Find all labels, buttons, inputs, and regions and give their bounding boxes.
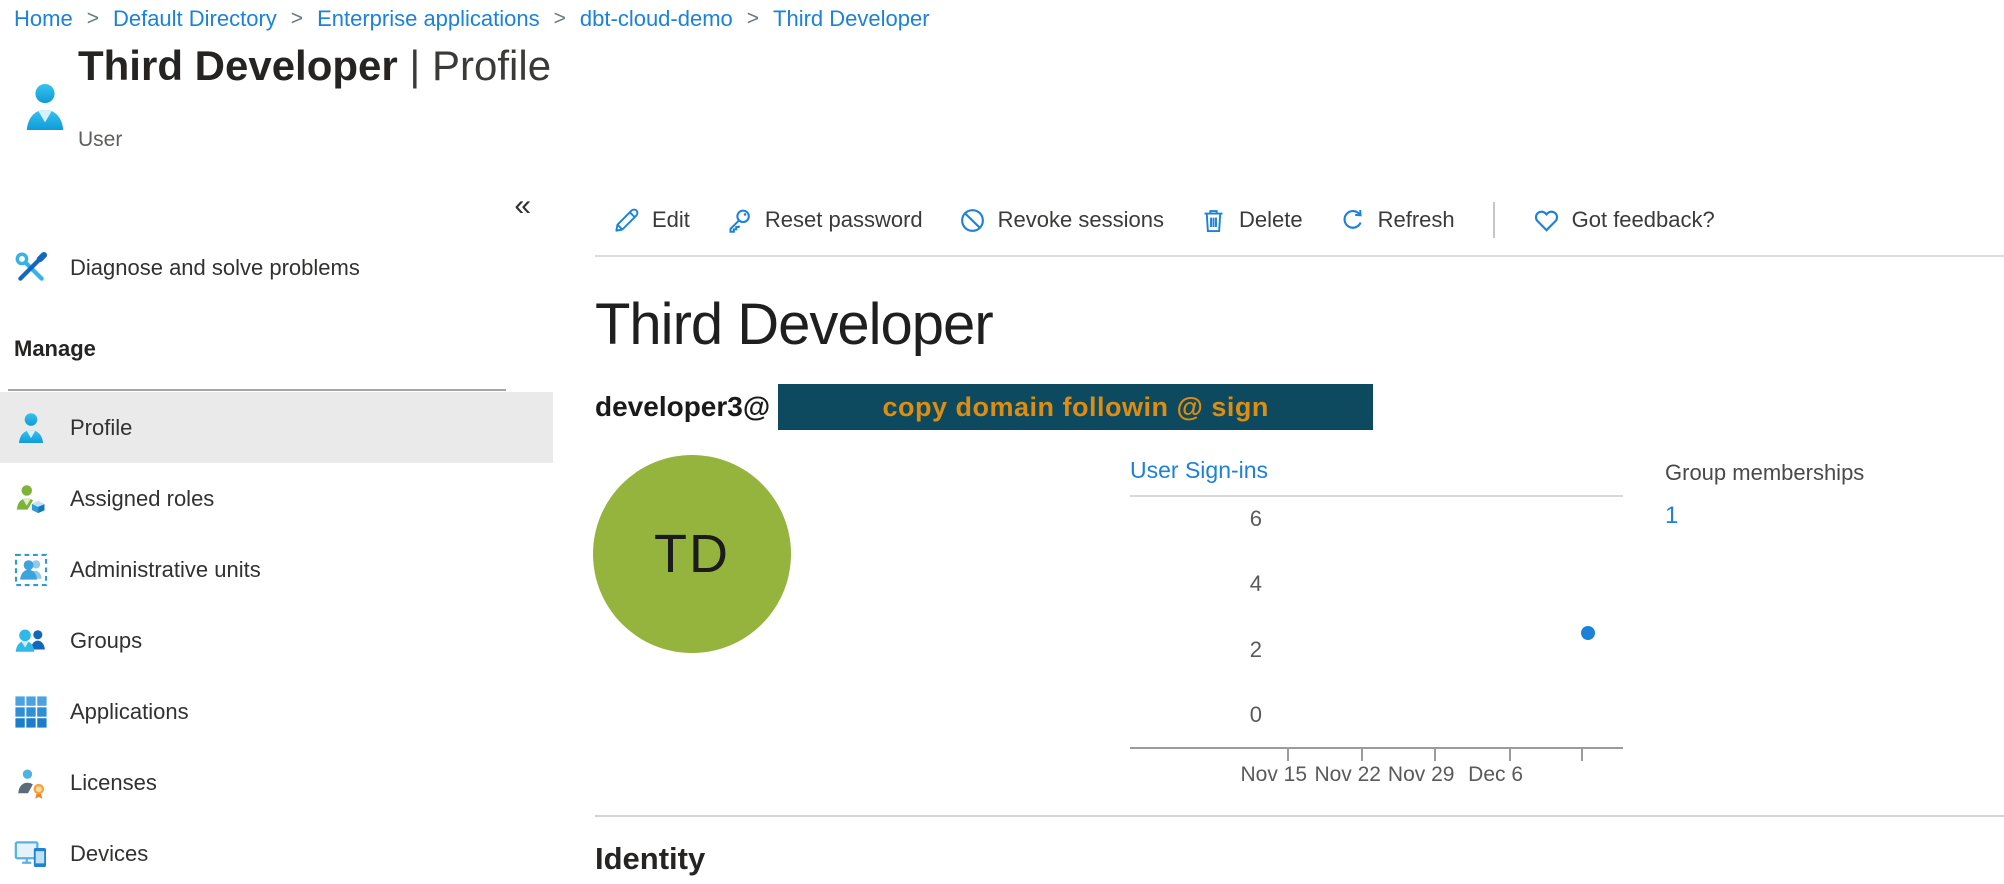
toolbar-button-label: Got feedback?: [1572, 207, 1715, 233]
sidebar-collapse-button[interactable]: «: [508, 190, 537, 222]
x-axis-tick: [1361, 749, 1363, 761]
x-axis-tick-label: Dec 6: [1468, 763, 1523, 787]
breadcrumb-link-third-developer[interactable]: Third Developer: [773, 6, 930, 32]
page-title-name: Third Developer: [78, 42, 398, 89]
y-axis-tick-label: 4: [1202, 571, 1262, 597]
x-axis-tick: [1509, 749, 1511, 761]
reset-password-button[interactable]: Reset password: [726, 207, 923, 234]
page-header: Third Developer | Profile User: [78, 42, 551, 152]
sidebar-section-manage: Manage: [14, 336, 96, 362]
sidebar-item-label: Licenses: [70, 770, 157, 796]
y-axis-tick-label: 2: [1202, 637, 1262, 663]
sidebar-menu: Profile Assigned roles Administrative unit…: [0, 392, 553, 884]
sidebar-item-administrative-units[interactable]: Administrative units: [0, 534, 553, 605]
group-memberships: Group memberships 1: [1665, 460, 1864, 530]
x-axis-tick: [1434, 749, 1436, 761]
toolbar-button-label: Refresh: [1378, 207, 1455, 233]
group-memberships-label: Group memberships: [1665, 460, 1864, 486]
revoke-sessions-button[interactable]: Revoke sessions: [959, 207, 1164, 234]
edit-button[interactable]: Edit: [613, 207, 690, 234]
breadcrumb: Home > Default Directory > Enterprise applic…: [14, 6, 930, 32]
heart-icon: [1533, 207, 1560, 234]
x-axis-line: [1130, 747, 1623, 749]
toolbar-button-label: Reset password: [765, 207, 923, 233]
x-axis-tick-label: Nov 29: [1388, 763, 1455, 787]
breadcrumb-link-default-directory[interactable]: Default Directory: [113, 6, 277, 32]
refresh-button[interactable]: Refresh: [1339, 207, 1455, 234]
page-title-suffix: | Profile: [398, 42, 551, 89]
breadcrumb-separator: >: [747, 7, 759, 31]
toolbar-button-label: Edit: [652, 207, 690, 233]
x-axis-tick: [1287, 749, 1289, 761]
profile-person-icon: [14, 411, 48, 445]
sidebar-item-label: Diagnose and solve problems: [70, 255, 360, 281]
x-axis-tick-label: Nov 22: [1314, 763, 1381, 787]
sidebar-item-label: Groups: [70, 628, 142, 654]
command-bar: Edit Reset password Revoke sessions Delete R…: [595, 185, 2004, 257]
identity-section-heading: Identity: [595, 841, 705, 877]
domain-redaction-note: copy domain followin @ sign: [778, 384, 1373, 430]
sidebar-item-devices[interactable]: Devices: [0, 818, 553, 884]
user-principal-name: developer3@ copy domain followin @ sign: [595, 383, 1373, 431]
breadcrumb-link-enterprise-applications[interactable]: Enterprise applications: [317, 6, 540, 32]
x-axis-tick: [1581, 749, 1583, 761]
signin-data-point: [1581, 626, 1595, 640]
group-memberships-count-link[interactable]: 1: [1665, 502, 1864, 530]
sidebar-item-label: Administrative units: [70, 557, 261, 583]
assigned-roles-icon: [14, 482, 48, 516]
refresh-icon: [1339, 207, 1366, 234]
breadcrumb-link-dbt-cloud-demo[interactable]: dbt-cloud-demo: [580, 6, 733, 32]
sidebar-item-label: Devices: [70, 841, 148, 867]
sidebar-item-profile[interactable]: Profile: [0, 392, 553, 463]
applications-grid-icon: [14, 695, 48, 729]
toolbar-button-label: Delete: [1239, 207, 1303, 233]
page-title: Third Developer | Profile: [78, 42, 551, 90]
sidebar-item-assigned-roles[interactable]: Assigned roles: [0, 463, 553, 534]
sidebar-item-licenses[interactable]: Licenses: [0, 747, 553, 818]
user-header-icon: [22, 76, 68, 140]
content-pane: Edit Reset password Revoke sessions Delete R…: [595, 140, 2004, 884]
y-axis-tick-label: 6: [1202, 506, 1262, 532]
licenses-icon: [14, 766, 48, 800]
toolbar-divider: [1493, 202, 1495, 238]
profile-blade: Third Developer developer3@ copy domain …: [595, 257, 2004, 884]
pencil-icon: [613, 207, 640, 234]
sidebar-item-applications[interactable]: Applications: [0, 676, 553, 747]
sidebar-item-diagnose-and-solve-problems[interactable]: Diagnose and solve problems: [0, 236, 553, 300]
user-signins-chart: User Sign-ins 0246Nov 15Nov 22Nov 29Dec …: [1130, 457, 1623, 749]
y-axis-tick-label: 0: [1202, 702, 1262, 728]
user-signins-chart-title[interactable]: User Sign-ins: [1130, 457, 1623, 495]
toolbar-button-label: Revoke sessions: [998, 207, 1164, 233]
sidebar-item-label: Applications: [70, 699, 189, 725]
breadcrumb-separator: >: [87, 7, 99, 31]
got-feedback-button[interactable]: Got feedback?: [1533, 207, 1715, 234]
groups-icon: [14, 624, 48, 658]
administrative-units-icon: [14, 553, 48, 587]
key-icon: [726, 207, 753, 234]
block-icon: [959, 207, 986, 234]
sidebar-item-groups[interactable]: Groups: [0, 605, 553, 676]
sidebar: « Diagnose and solve problems Manage Pro…: [0, 140, 553, 884]
sidebar-item-label: Assigned roles: [70, 486, 214, 512]
user-signins-plot: 0246Nov 15Nov 22Nov 29Dec 6: [1130, 495, 1623, 749]
sidebar-item-label: Profile: [70, 415, 132, 441]
profile-name-heading: Third Developer: [595, 291, 993, 358]
tools-icon: [14, 251, 48, 285]
devices-icon: [14, 837, 48, 871]
email-prefix: developer3@: [595, 391, 770, 423]
breadcrumb-separator: >: [291, 7, 303, 31]
sidebar-divider: [8, 389, 506, 391]
trash-icon: [1200, 207, 1227, 234]
x-axis-tick-label: Nov 15: [1240, 763, 1307, 787]
avatar: TD: [593, 455, 791, 653]
section-divider: [595, 815, 2004, 817]
azure-user-profile-page: Home > Default Directory > Enterprise applic…: [0, 0, 2004, 884]
delete-button[interactable]: Delete: [1200, 207, 1303, 234]
breadcrumb-separator: >: [554, 7, 566, 31]
avatar-initials: TD: [654, 523, 730, 585]
breadcrumb-link-home[interactable]: Home: [14, 6, 73, 32]
